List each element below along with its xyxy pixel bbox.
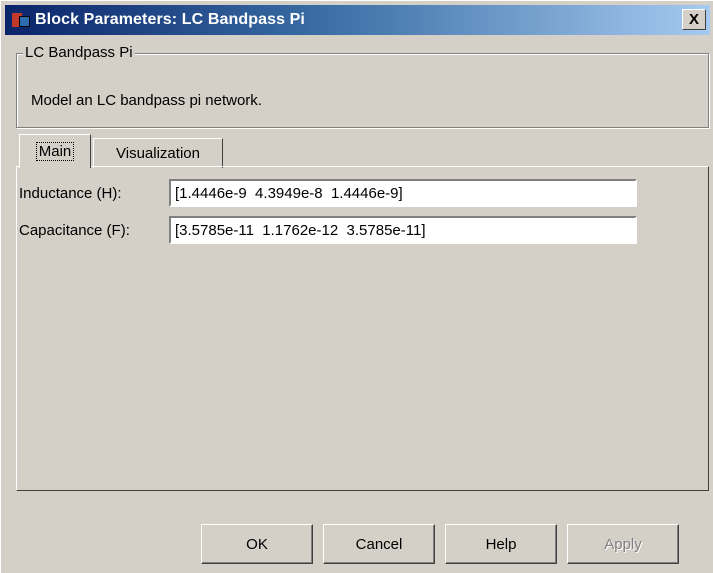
inductance-input[interactable] — [169, 179, 637, 207]
ok-button[interactable]: OK — [201, 524, 313, 564]
capacitance-label: Capacitance (F): — [19, 221, 130, 239]
cancel-button[interactable]: Cancel — [323, 524, 435, 564]
block-parameters-dialog: Block Parameters: LC Bandpass Pi X LC Ba… — [0, 0, 713, 573]
main-tab-panel — [16, 166, 709, 491]
capacitance-row: Capacitance (F): — [19, 216, 637, 244]
help-button[interactable]: Help — [445, 524, 557, 564]
close-button[interactable]: X — [682, 9, 706, 30]
inductance-label: Inductance (H): — [19, 184, 122, 202]
inductance-row: Inductance (H): — [19, 179, 637, 207]
apply-button[interactable]: Apply — [567, 524, 679, 564]
block-description-group: LC Bandpass Pi Model an LC bandpass pi n… — [16, 44, 709, 128]
capacitance-input[interactable] — [169, 216, 637, 244]
tab-main-label: Main — [35, 142, 75, 161]
tab-main[interactable]: Main — [19, 134, 91, 168]
tab-visualization[interactable]: Visualization — [93, 138, 223, 168]
dialog-buttons: OK Cancel Help Apply — [201, 524, 689, 564]
window-title: Block Parameters: LC Bandpass Pi — [35, 11, 305, 28]
simulink-block-icon — [11, 10, 31, 30]
block-description: Model an LC bandpass pi network. — [31, 92, 262, 109]
tab-visualization-label: Visualization — [116, 145, 200, 162]
title-bar[interactable]: Block Parameters: LC Bandpass Pi X — [5, 5, 710, 35]
close-icon: X — [688, 11, 699, 28]
group-legend: LC Bandpass Pi — [23, 44, 135, 61]
